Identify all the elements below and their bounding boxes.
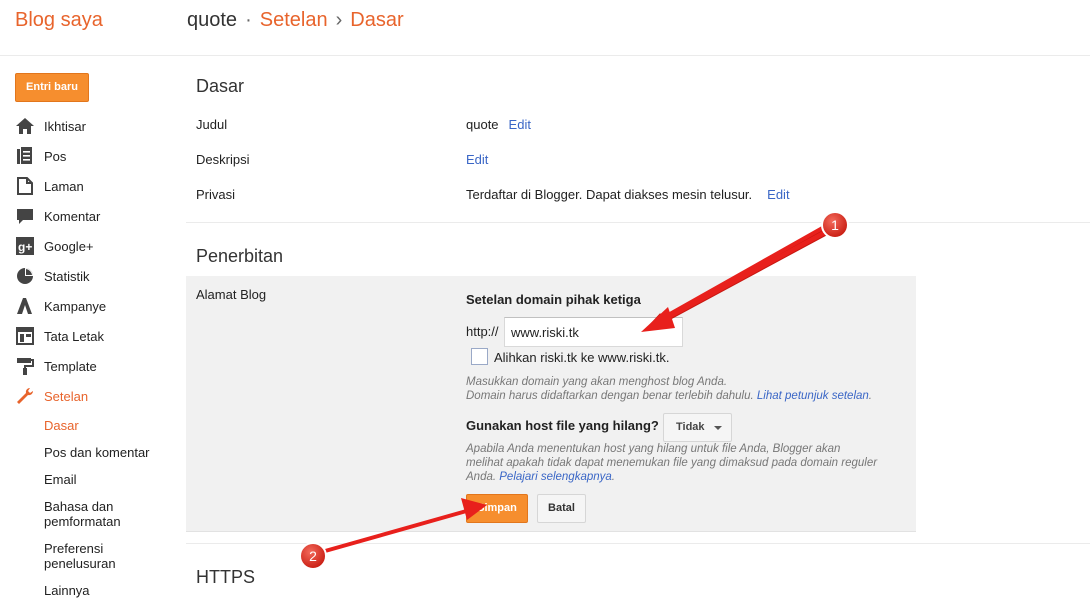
sidebar-subitem-preferensi[interactable]: Preferensi penelusuran bbox=[44, 541, 134, 571]
sidebar-subitem-dasar[interactable]: Dasar bbox=[44, 418, 79, 433]
blog-address-label: Alamat Blog bbox=[196, 287, 267, 302]
domain-hint-2: Domain harus didaftarkan dengan benar te… bbox=[466, 389, 872, 403]
redirect-checkbox[interactable] bbox=[471, 348, 488, 365]
sidebar-item-google-plus[interactable]: g+ Google+ bbox=[15, 235, 94, 257]
sidebar-item-label: Tata Letak bbox=[44, 328, 104, 344]
edit-privacy-link[interactable]: Edit bbox=[767, 187, 789, 202]
sidebar-item-label: Statistik bbox=[44, 268, 90, 284]
sidebar-subitem-email[interactable]: Email bbox=[44, 472, 77, 487]
annotation-badge-2: 2 bbox=[299, 542, 327, 570]
section-title-https: HTTPS bbox=[196, 567, 256, 587]
pages-icon bbox=[15, 176, 35, 196]
sidebar-item-label: Ikhtisar bbox=[44, 118, 86, 134]
domain-hint-2-end: . bbox=[868, 390, 872, 402]
annotation-number-1: 1 bbox=[831, 217, 839, 233]
sidebar-item-label: Template bbox=[44, 358, 97, 374]
missing-host-hint-1: Apabila Anda menentukan host yang hilang… bbox=[466, 443, 841, 455]
sidebar-item-laman[interactable]: Laman bbox=[15, 175, 84, 197]
template-icon bbox=[15, 356, 35, 376]
missing-host-hint-end: . bbox=[611, 471, 615, 483]
description-label: Deskripsi bbox=[196, 152, 250, 167]
sidebar-item-ikhtisar[interactable]: Ikhtisar bbox=[15, 115, 86, 137]
privacy-value-row: Terdaftar di Blogger. Dapat diakses mesi… bbox=[466, 187, 790, 202]
domain-input[interactable] bbox=[504, 317, 683, 347]
missing-host-hint-3: Anda. Pelajari selengkapnya. bbox=[466, 470, 615, 484]
third-party-domain-heading: Setelan domain pihak ketiga bbox=[466, 292, 641, 307]
sidebar-subitem-bahasa[interactable]: Bahasa dan pemformatan bbox=[44, 499, 144, 529]
title-value: quote bbox=[466, 117, 499, 132]
save-button[interactable]: Simpan bbox=[466, 494, 528, 523]
section-divider bbox=[186, 543, 1090, 544]
breadcrumb-dot: · bbox=[245, 9, 252, 31]
wrench-icon bbox=[15, 386, 35, 406]
layout-icon bbox=[15, 326, 35, 346]
privacy-value: Terdaftar di Blogger. Dapat diakses mesi… bbox=[466, 187, 753, 202]
annotation-badge-1: 1 bbox=[821, 211, 849, 239]
sidebar-subitem-pos-dan-komentar[interactable]: Pos dan komentar bbox=[44, 445, 150, 460]
sidebar-item-setelan[interactable]: Setelan bbox=[15, 385, 88, 407]
sidebar-item-label: Setelan bbox=[44, 388, 89, 404]
stats-icon bbox=[15, 266, 35, 286]
cancel-button[interactable]: Batal bbox=[537, 494, 586, 523]
sidebar-item-statistik[interactable]: Statistik bbox=[15, 265, 90, 287]
sidebar-item-label: Laman bbox=[44, 178, 84, 194]
comment-icon bbox=[15, 206, 35, 226]
sidebar-item-label: Kampanye bbox=[44, 298, 107, 314]
chevron-down-icon bbox=[714, 426, 722, 430]
section-title-penerbitan: Penerbitan bbox=[196, 246, 284, 266]
section-title-dasar: Dasar bbox=[196, 76, 245, 96]
top-bar: Blog saya quote · Setelan › Dasar bbox=[0, 0, 1090, 56]
edit-title-link[interactable]: Edit bbox=[509, 117, 531, 132]
posts-icon bbox=[15, 146, 35, 166]
breadcrumb-dasar[interactable]: Dasar bbox=[350, 9, 403, 31]
new-post-button[interactable]: Entri baru bbox=[15, 73, 89, 102]
campaign-icon bbox=[15, 296, 35, 316]
learn-more-link[interactable]: Pelajari selengkapnya bbox=[499, 471, 612, 483]
sidebar-subitem-lainnya[interactable]: Lainnya bbox=[44, 583, 90, 598]
missing-host-select[interactable]: Tidak bbox=[663, 413, 732, 442]
setup-guide-link[interactable]: Lihat petunjuk setelan bbox=[757, 390, 869, 402]
domain-hint-1: Masukkan domain yang akan menghost blog … bbox=[466, 376, 728, 388]
google-plus-icon: g+ bbox=[15, 236, 35, 256]
breadcrumb-blog-name[interactable]: quote bbox=[187, 9, 237, 31]
title-label: Judul bbox=[196, 117, 228, 132]
section-divider bbox=[186, 222, 1090, 223]
breadcrumb-setelan[interactable]: Setelan bbox=[260, 9, 328, 31]
sidebar-item-komentar[interactable]: Komentar bbox=[15, 205, 100, 227]
sidebar-item-label: Pos bbox=[44, 148, 67, 164]
missing-host-question: Gunakan host file yang hilang? bbox=[466, 418, 659, 433]
sidebar-item-kampanye[interactable]: Kampanye bbox=[15, 295, 106, 317]
missing-host-hint-2: melihat apakah tidak dapat menemukan fil… bbox=[466, 457, 878, 469]
sidebar-item-label: Google+ bbox=[44, 238, 94, 254]
blog-brand-link[interactable]: Blog saya bbox=[15, 9, 103, 32]
annotation-number-2: 2 bbox=[309, 548, 317, 564]
domain-hint-2-text: Domain harus didaftarkan dengan benar te… bbox=[466, 390, 754, 402]
sidebar-item-label: Komentar bbox=[44, 208, 101, 224]
missing-host-select-value: Tidak bbox=[676, 421, 705, 433]
sidebar-item-pos[interactable]: Pos bbox=[15, 145, 66, 167]
description-value-row: Edit bbox=[466, 152, 488, 167]
svg-text:g+: g+ bbox=[18, 240, 32, 254]
home-icon bbox=[15, 116, 35, 136]
privacy-label: Privasi bbox=[196, 187, 236, 202]
redirect-checkbox-label: Alihkan riski.tk ke www.riski.tk. bbox=[494, 350, 670, 365]
sidebar-item-tata-letak[interactable]: Tata Letak bbox=[15, 325, 104, 347]
breadcrumb-arrow: › bbox=[335, 9, 343, 31]
missing-host-hint-3-text: Anda. bbox=[466, 471, 497, 483]
sidebar-item-template[interactable]: Template bbox=[15, 355, 97, 377]
breadcrumb: quote · Setelan › Dasar bbox=[187, 9, 404, 32]
http-prefix: http:// bbox=[466, 324, 499, 339]
title-value-row: quote Edit bbox=[466, 117, 531, 132]
edit-description-link[interactable]: Edit bbox=[466, 152, 488, 167]
